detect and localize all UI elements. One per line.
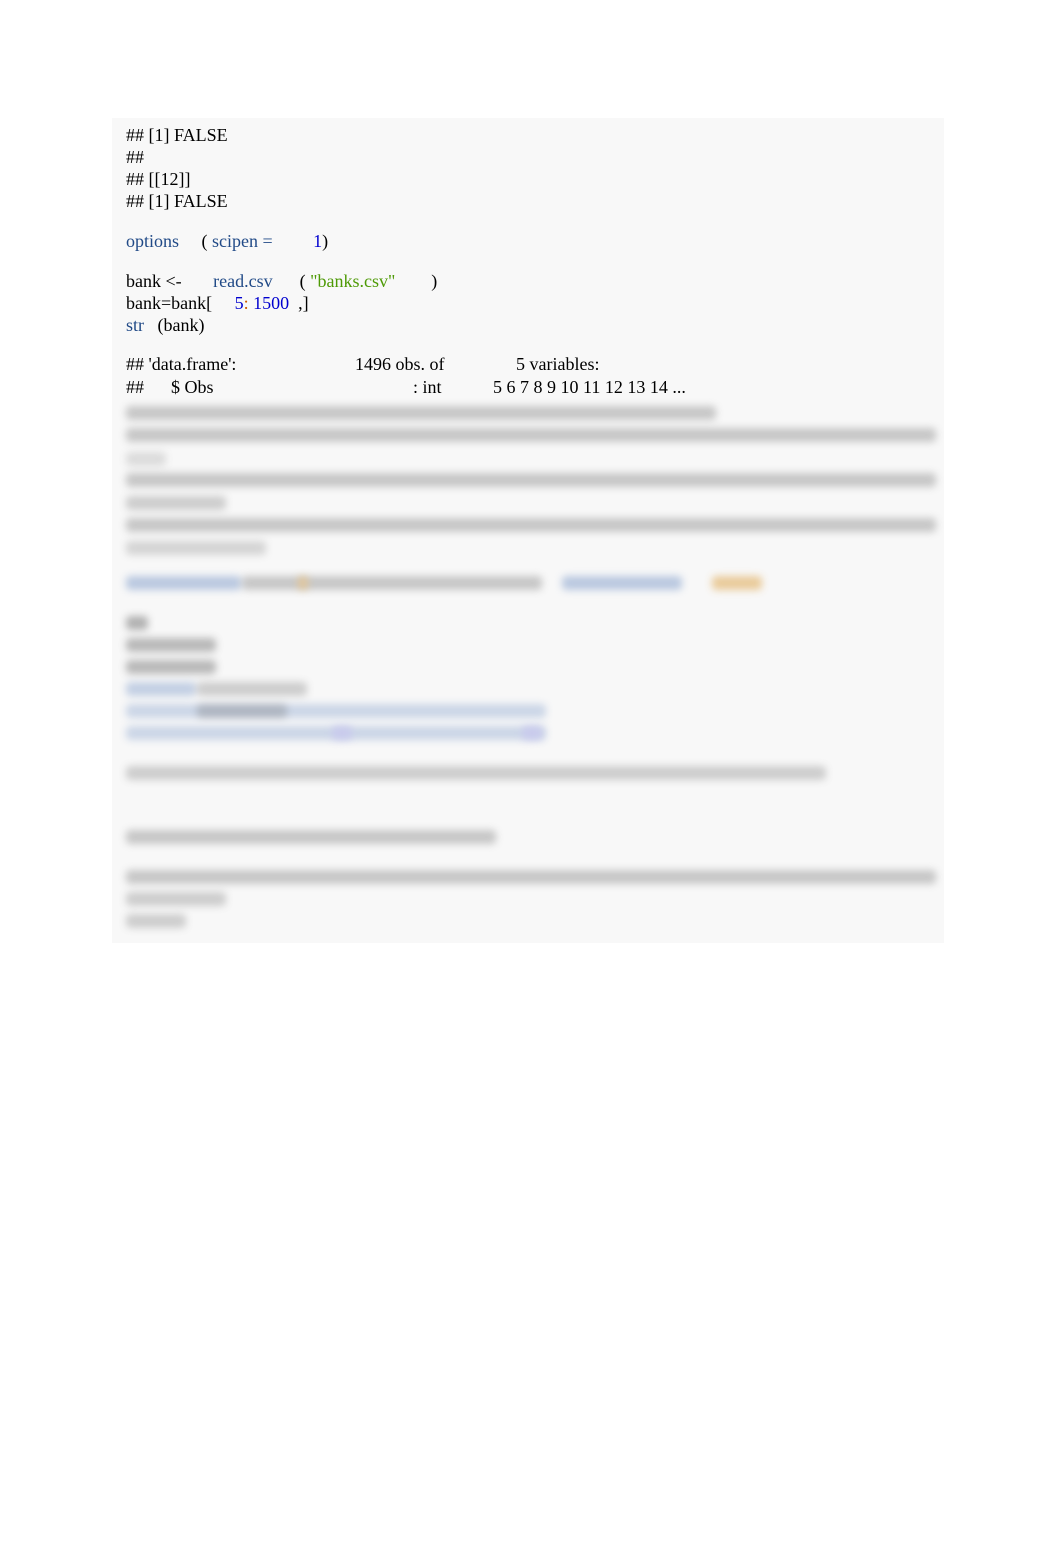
blurred-code — [242, 576, 542, 590]
output-line: ## [[12]] — [126, 169, 191, 189]
blurred-line — [126, 616, 148, 630]
blurred-line — [126, 496, 226, 510]
blurred-code — [126, 576, 241, 590]
str-header-prefix: ## 'data.frame': — [126, 354, 237, 374]
blurred-code — [562, 576, 682, 590]
paren: ) — [322, 231, 329, 251]
number: 5 — [234, 293, 244, 313]
argument: scipen = — [212, 231, 273, 251]
function-name: str — [126, 315, 144, 335]
blurred-code — [522, 726, 542, 740]
blurred-code — [126, 704, 546, 718]
assign: bank <- — [126, 271, 182, 291]
blurred-line — [126, 766, 826, 780]
number: 1 — [313, 231, 323, 251]
operator: : — [243, 293, 249, 313]
str-header: ## 'data.frame': 1496 obs. of 5 variables: — [126, 353, 599, 375]
paren: ) — [431, 271, 438, 291]
blurred-code — [126, 682, 196, 696]
blurred-line — [126, 518, 936, 532]
var-type: : int — [413, 377, 442, 397]
subset-suffix: ,] — [298, 293, 309, 313]
subset-line: bank=bank[ 5: 1500 ,] — [126, 292, 309, 314]
argument: (bank) — [157, 315, 205, 335]
output-line: ## — [126, 147, 144, 167]
blurred-line — [126, 870, 936, 884]
blurred-code — [298, 576, 308, 590]
obs-count: 1496 obs. of — [355, 354, 445, 374]
str-row: ## $ Obs : int 5 6 7 8 9 10 11 12 13 14 ... — [126, 376, 826, 398]
var-values: 5 6 7 8 9 10 11 12 13 14 ... — [493, 377, 686, 397]
str-call: str (bank) — [126, 314, 204, 336]
number: 1500 — [253, 293, 290, 313]
blurred-line — [126, 830, 496, 844]
function-name: options — [126, 231, 180, 251]
row-prefix: ## — [126, 377, 144, 397]
var-count: 5 variables: — [516, 354, 600, 374]
blurred-line — [126, 660, 216, 674]
string: "banks.csv" — [310, 271, 396, 291]
subset-prefix: bank=bank[ — [126, 293, 213, 313]
blurred-line — [126, 914, 186, 928]
read-csv-call: bank <- read.csv ( "banks.csv" ) — [126, 270, 437, 292]
blurred-code — [197, 682, 307, 696]
blurred-line — [126, 428, 936, 442]
output-line: ## [1] FALSE — [126, 125, 228, 145]
function-name: read.csv — [213, 271, 273, 291]
blurred-line — [126, 541, 266, 555]
blurred-code — [332, 726, 352, 740]
blurred-line — [126, 638, 216, 652]
paren: ( — [299, 271, 306, 291]
blurred-line — [126, 473, 936, 487]
blurred-line — [126, 892, 226, 906]
options-call: options ( scipen = 1) — [126, 230, 328, 252]
blurred-code — [712, 576, 762, 590]
blurred-code — [197, 704, 287, 718]
blurred-line — [126, 406, 716, 420]
paren: ( — [201, 231, 208, 251]
output-line: ## [1] FALSE — [126, 191, 228, 211]
code-block: ## [1] FALSE ## ## [[12]] ## [1] FALSE o… — [112, 118, 944, 943]
var-name: $ Obs — [171, 377, 214, 397]
blurred-line — [126, 452, 166, 466]
